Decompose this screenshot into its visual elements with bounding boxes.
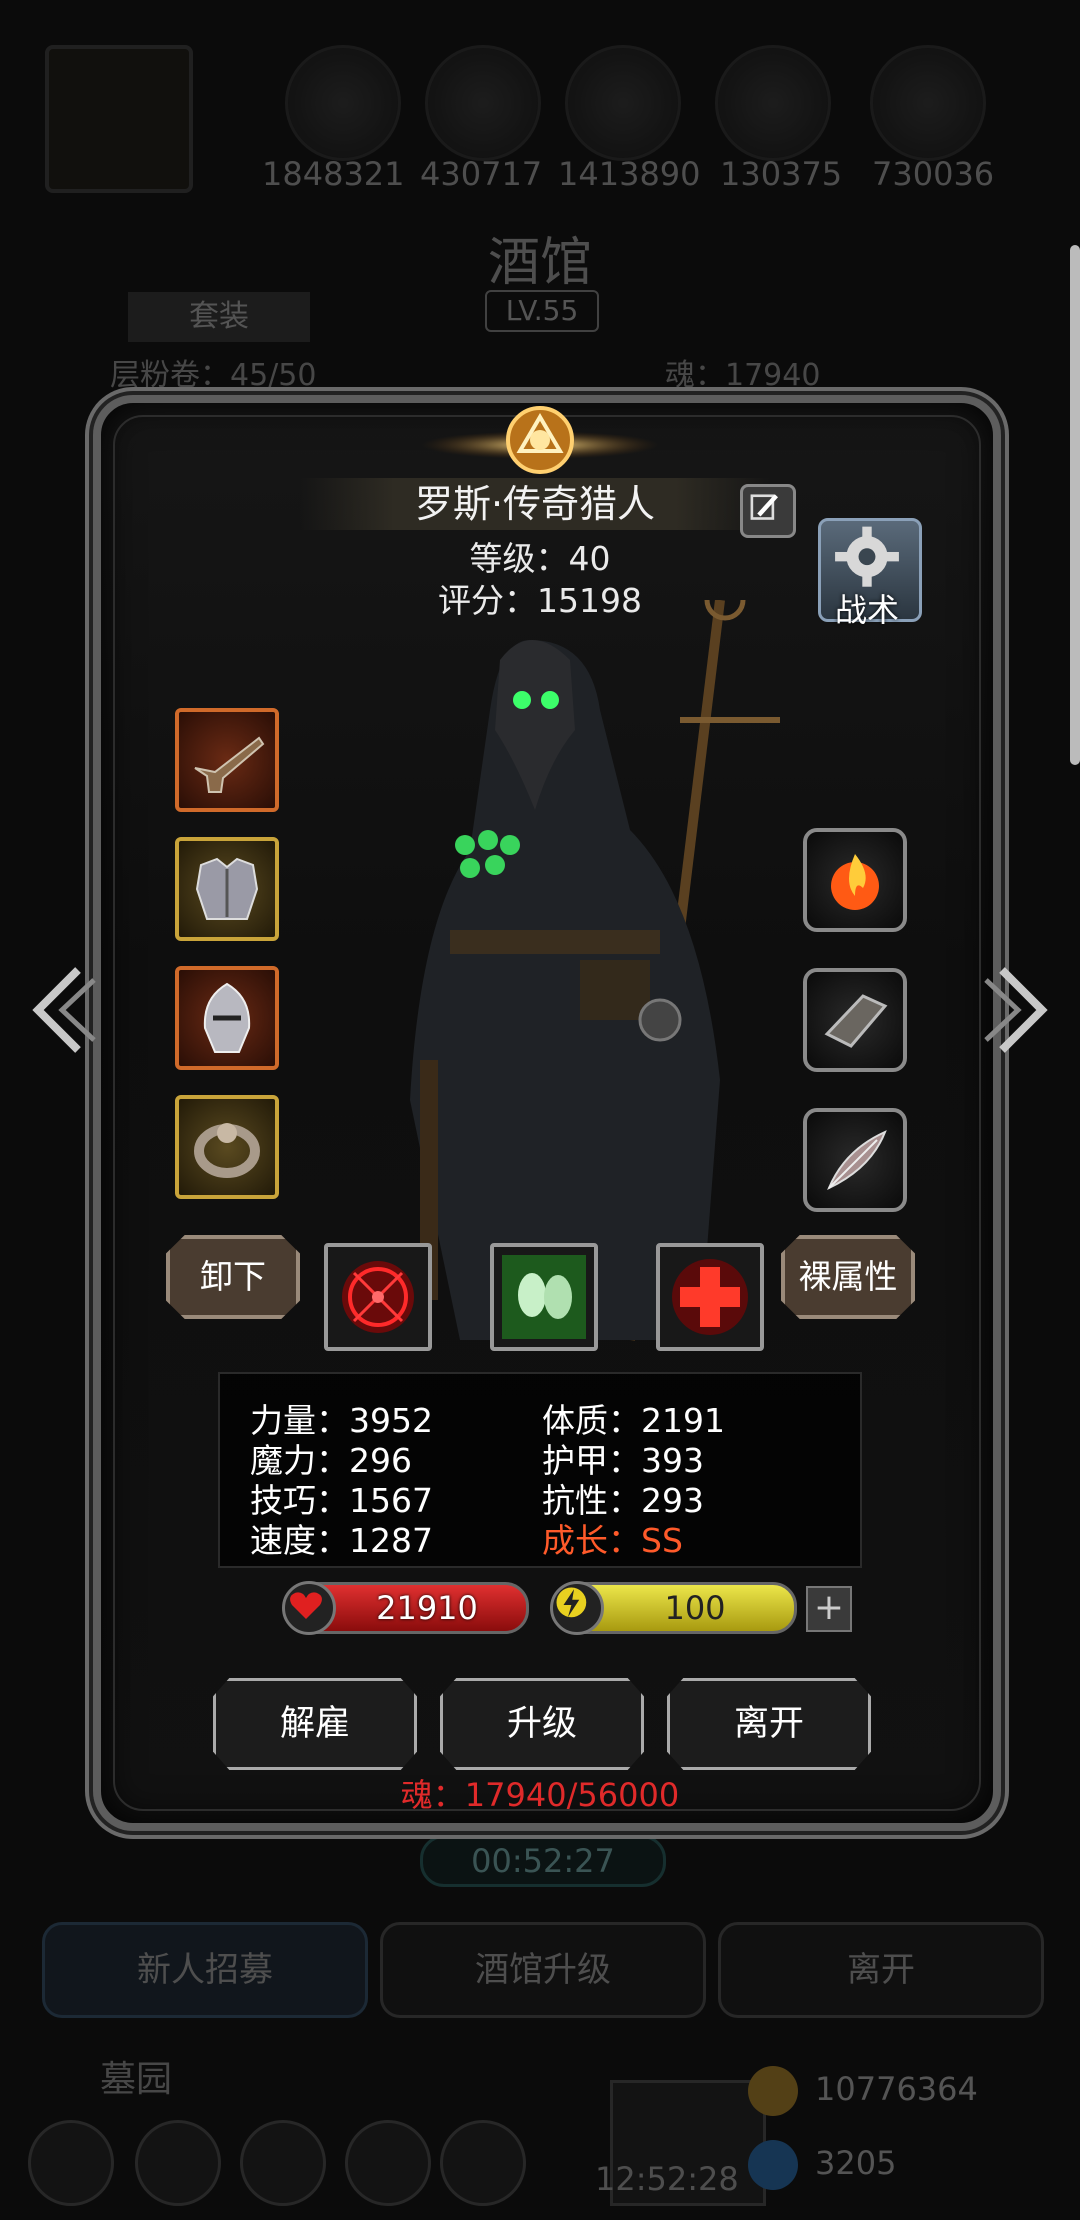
equip-slot-trinket[interactable] — [803, 1108, 907, 1212]
unequip-button[interactable]: 卸下 — [166, 1235, 300, 1319]
soul-counter: 魂：17940/56000 — [400, 1776, 680, 1814]
tavern-leave-button[interactable]: 离开 — [718, 1922, 1044, 2018]
menu-icon[interactable] — [240, 2120, 326, 2206]
resource-value: 1413890 — [558, 155, 701, 193]
energy-bar: 100 — [550, 1581, 797, 1635]
helmet-icon — [203, 982, 251, 1053]
bg-left-counter: 层粉卷：45/50 — [110, 358, 317, 393]
target-skill-icon — [342, 1261, 414, 1333]
resource-icon — [715, 45, 831, 161]
skill-slot-3[interactable] — [656, 1243, 764, 1351]
menu-icon[interactable] — [135, 2120, 221, 2206]
feather-icon — [827, 1130, 887, 1191]
resource-icon — [285, 45, 401, 161]
resource-value: 730036 — [872, 155, 995, 193]
skill-slot-2[interactable] — [490, 1243, 598, 1351]
resource-icon — [565, 45, 681, 161]
tavern-upgrade-button[interactable]: 酒馆升级 — [380, 1922, 706, 2018]
tactics-label: 战术 — [834, 591, 899, 629]
fire-orb-icon — [831, 854, 879, 910]
resource-value: 130375 — [720, 155, 843, 193]
resource-icon — [425, 45, 541, 161]
menu-icon[interactable] — [28, 2120, 114, 2206]
resource-icon — [870, 45, 986, 161]
gold-value: 10776364 — [815, 2070, 978, 2108]
bg-soul-counter: 魂：17940 — [665, 358, 821, 393]
tavern-level: LV.55 — [485, 290, 599, 332]
ghost-skill-icon — [502, 1255, 586, 1339]
gold-coin-icon — [748, 2066, 798, 2116]
attr-growth: 成长：SS — [542, 1521, 683, 1560]
pistol-icon — [194, 736, 265, 793]
chest-armor-icon — [195, 857, 259, 920]
recruit-timer: 00:52:27 — [420, 1835, 666, 1887]
ring-icon — [194, 1123, 260, 1178]
menu-icon[interactable] — [345, 2120, 431, 2206]
gem-value: 3205 — [815, 2144, 897, 2182]
graveyard-label: 墓园 — [100, 2059, 173, 2100]
menu-icon[interactable] — [440, 2120, 526, 2206]
equip-slot-bracer[interactable] — [803, 968, 907, 1072]
equip-slot-ring[interactable] — [175, 1095, 279, 1199]
pencil-icon — [750, 494, 778, 520]
gem-icon — [748, 2140, 798, 2190]
next-hero-arrow-icon[interactable] — [982, 960, 1062, 1060]
hero-name: 罗斯·传奇猎人 — [300, 478, 770, 530]
heal-skill-icon — [672, 1259, 748, 1335]
energy-value: 100 — [664, 1589, 726, 1627]
skill-slot-1[interactable] — [324, 1243, 432, 1351]
scrollbar[interactable] — [1070, 245, 1080, 765]
edit-name-button[interactable] — [740, 484, 796, 538]
sun-emblem-icon — [422, 406, 658, 474]
hp-bar: 21910 — [282, 1581, 529, 1635]
equip-slot-helmet[interactable] — [175, 966, 279, 1070]
equip-slot-weapon[interactable] — [175, 708, 279, 812]
recruit-button[interactable]: 新人招募 — [42, 1922, 368, 2018]
suit-button[interactable]: 套装 — [128, 292, 310, 342]
equip-slot-amulet[interactable] — [803, 828, 907, 932]
previous-hero-arrow-icon[interactable] — [18, 960, 98, 1060]
bracer-icon — [824, 994, 888, 1048]
resource-value: 430717 — [420, 155, 543, 193]
base-attributes-button[interactable]: 裸属性 — [781, 1235, 915, 1319]
resource-value: 1848321 — [262, 155, 405, 193]
attr-speed: 速度：1287 — [250, 1521, 433, 1560]
dismiss-button[interactable]: 解雇 — [213, 1678, 417, 1770]
hp-value: 21910 — [376, 1589, 478, 1627]
equip-slot-armor[interactable] — [175, 837, 279, 941]
gift-timer: 12:52:28 — [595, 2160, 739, 2198]
leave-button[interactable]: 离开 — [667, 1678, 871, 1770]
tavern-title: 酒馆 — [487, 233, 592, 293]
add-energy-button[interactable]: + — [806, 1586, 852, 1632]
upgrade-button[interactable]: 升级 — [440, 1678, 644, 1770]
player-portrait[interactable] — [45, 45, 193, 193]
